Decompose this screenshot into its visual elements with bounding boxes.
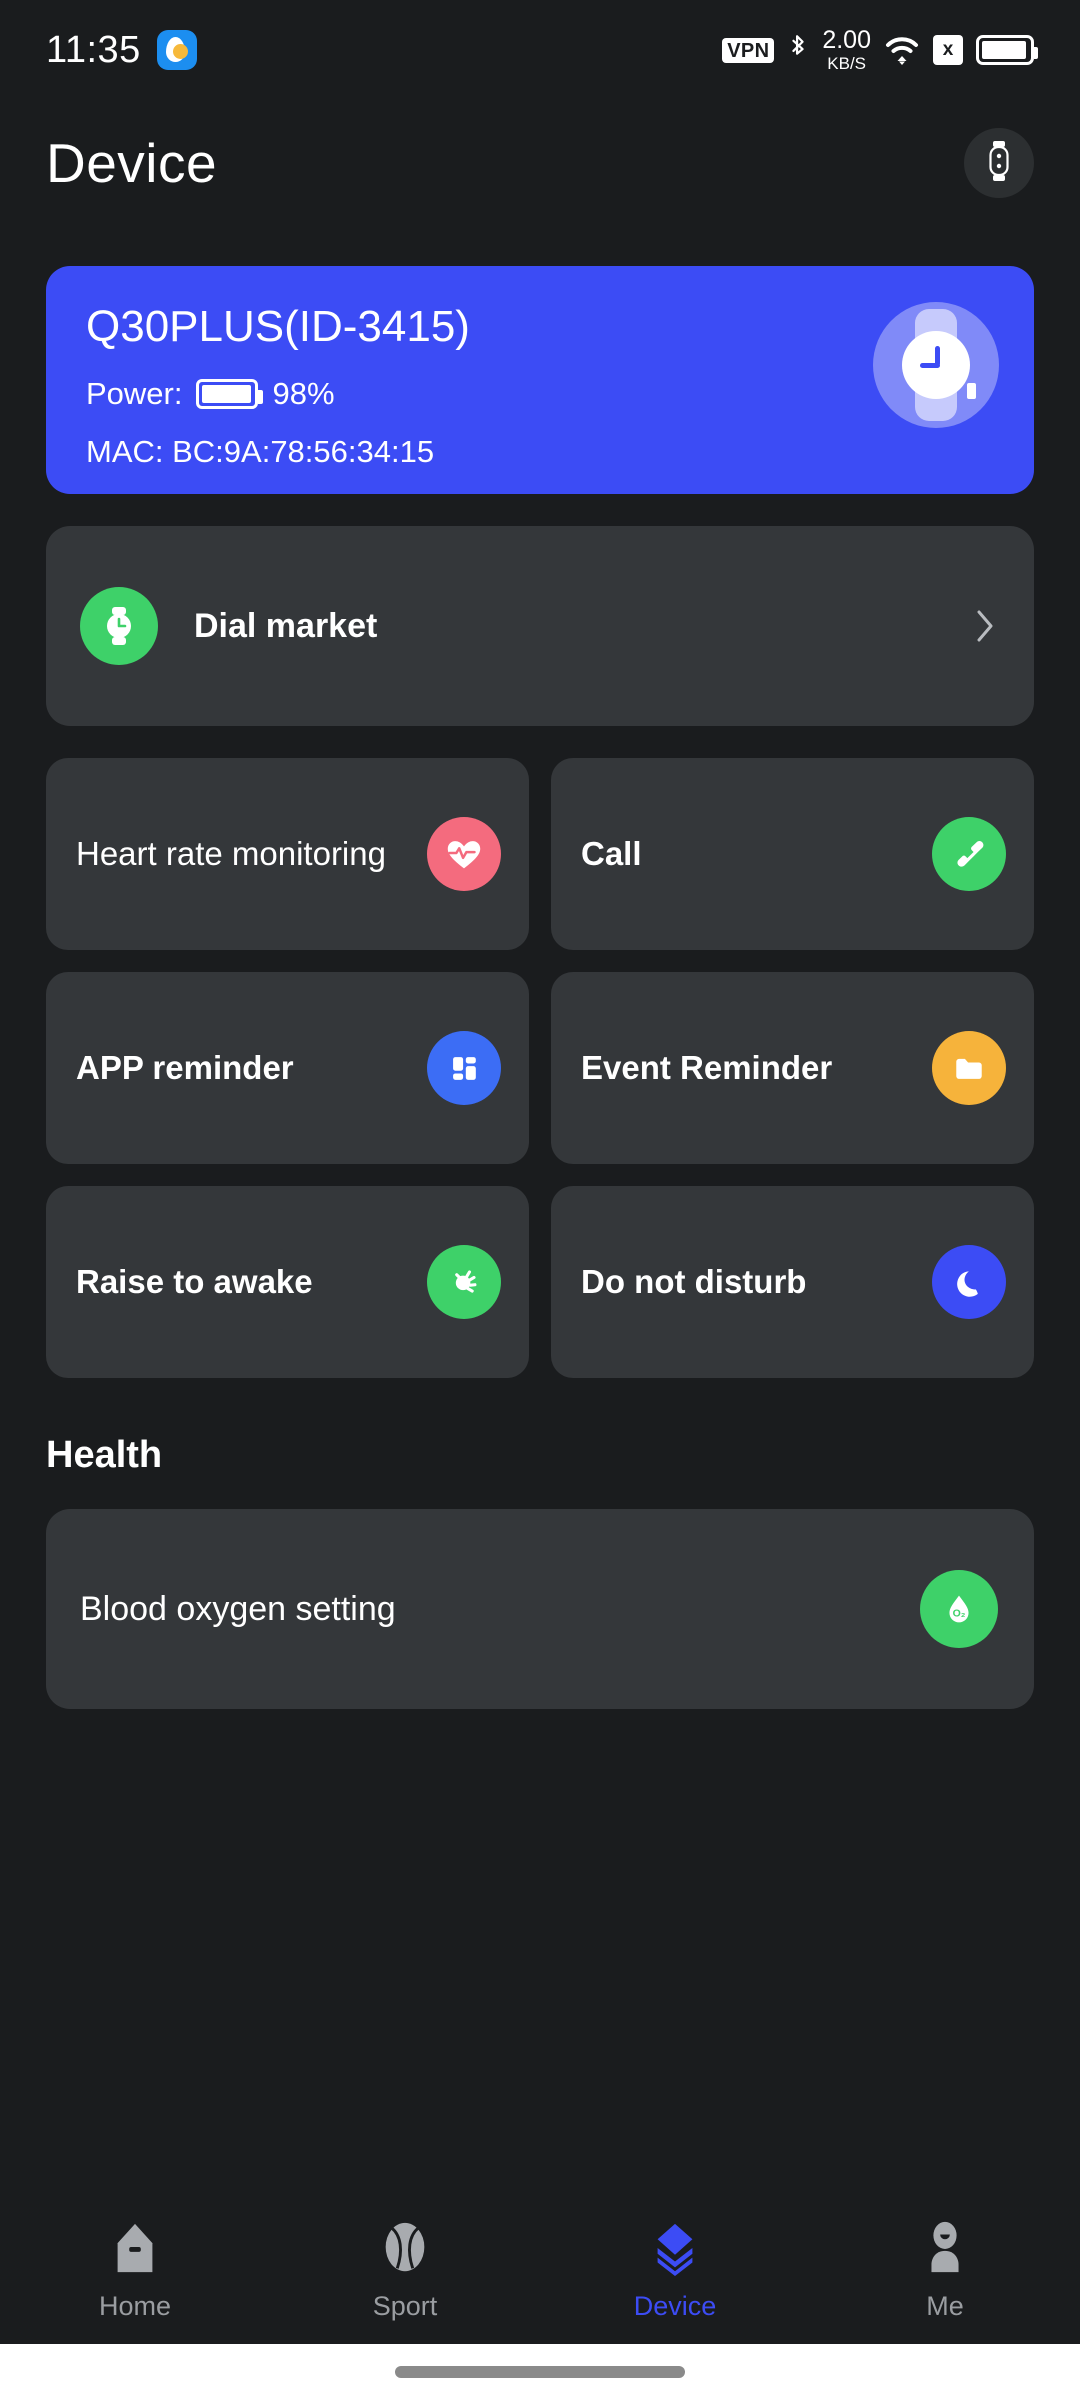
chevron-right-icon (972, 604, 998, 648)
nav-item-device[interactable]: Device (540, 2217, 810, 2322)
blood-oxygen-setting-row[interactable]: Blood oxygen setting O₂ (46, 1509, 1034, 1709)
status-bar-right: VPN 2.00 KB/S x (722, 26, 1038, 73)
moon-icon (932, 1245, 1006, 1319)
bottom-navigation-bar: Home Sport Device Me (0, 2194, 1080, 2344)
tile-label: Do not disturb (581, 1262, 807, 1300)
network-speed-indicator: 2.00 KB/S (822, 26, 871, 73)
nav-item-home[interactable]: Home (0, 2217, 270, 2322)
tile-call[interactable]: Call (551, 758, 1034, 950)
smartwatch-icon (985, 139, 1013, 188)
phone-icon (932, 817, 1006, 891)
tile-label: Event Reminder (581, 1048, 833, 1086)
power-label: Power: (86, 376, 183, 411)
tile-do-not-disturb[interactable]: Do not disturb (551, 1186, 1034, 1378)
nav-item-me[interactable]: Me (810, 2217, 1080, 2322)
blood-oxygen-icon: O₂ (920, 1570, 998, 1648)
watch-clock-icon (873, 302, 999, 428)
main-content: Q30PLUS(ID-3415) Power: 98% MAC: BC:9A:7… (0, 266, 1080, 1709)
power-value: 98% (272, 376, 335, 411)
sport-ball-icon (376, 2217, 434, 2279)
nav-item-sport[interactable]: Sport (270, 2217, 540, 2322)
status-bar-left: 11:35 (46, 29, 197, 72)
bluetooth-icon (787, 33, 809, 67)
device-mac: MAC: BC:9A:78:56:34:15 (86, 434, 435, 469)
health-section-title: Health (46, 1434, 163, 1476)
page-title: Device (46, 132, 218, 194)
layers-icon (646, 2217, 704, 2279)
battery-full-icon (976, 35, 1038, 65)
device-battery-icon (196, 379, 264, 409)
folder-icon (932, 1031, 1006, 1105)
tile-event-reminder[interactable]: Event Reminder (551, 972, 1034, 1164)
watch-dial-icon (80, 587, 158, 665)
tile-heart-rate-monitoring[interactable]: Heart rate monitoring (46, 758, 529, 950)
nav-label: Home (98, 2290, 172, 2321)
home-indicator-area (0, 2344, 1080, 2400)
person-icon (916, 2217, 974, 2279)
status-bar: 11:35 VPN 2.00 KB/S x (0, 0, 1080, 100)
apps-grid-icon (427, 1031, 501, 1105)
device-summary-card[interactable]: Q30PLUS(ID-3415) Power: 98% MAC: BC:9A:7… (46, 266, 1034, 494)
nav-label: Me (926, 2290, 964, 2321)
device-power-row: Power: 98% (86, 376, 994, 412)
tile-label: Raise to awake (76, 1262, 313, 1300)
nav-label: Device (633, 2290, 717, 2321)
device-name: Q30PLUS(ID-3415) (86, 302, 470, 351)
network-speed-value: 2.00 (822, 26, 871, 54)
home-indicator[interactable] (395, 2366, 685, 2378)
blood-oxygen-label: Blood oxygen setting (80, 1589, 396, 1628)
tile-label: Call (581, 834, 642, 872)
nav-label: Sport (372, 2290, 438, 2321)
tile-raise-to-awake[interactable]: Raise to awake (46, 1186, 529, 1378)
status-bar-clock: 11:35 (46, 28, 141, 71)
brightness-icon (427, 1245, 501, 1319)
network-speed-unit: KB/S (827, 54, 867, 73)
vpn-badge: VPN (722, 37, 775, 63)
smartwatch-button[interactable] (964, 128, 1034, 198)
wifi-icon (884, 34, 920, 66)
dial-market-row[interactable]: Dial market (46, 526, 1034, 726)
tile-label: APP reminder (76, 1048, 294, 1086)
svg-text:O₂: O₂ (953, 1608, 966, 1620)
tile-app-reminder[interactable]: APP reminder (46, 972, 529, 1164)
sim-disabled-icon: x (933, 35, 963, 65)
page-header: Device (0, 100, 1080, 198)
tile-label: Heart rate monitoring (76, 834, 386, 872)
home-icon (106, 2217, 164, 2279)
heart-pulse-icon (427, 817, 501, 891)
dial-market-label: Dial market (194, 606, 378, 645)
feature-tile-grid: Heart rate monitoring Call APP reminder (46, 758, 1034, 1378)
weather-partly-cloudy-icon (156, 30, 197, 70)
